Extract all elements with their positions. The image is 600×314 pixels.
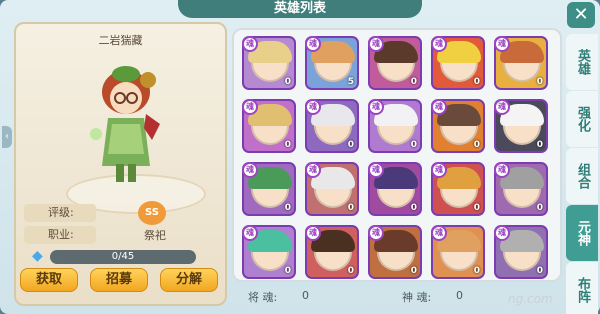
soul-progress-bar: 0/45	[50, 250, 196, 264]
soul-count: 0	[410, 203, 417, 213]
soul-count: 0	[284, 140, 291, 150]
hero-card[interactable]: 魂0	[242, 99, 296, 153]
soul-icon: 魂	[305, 99, 321, 115]
tab-label: 英雄	[575, 49, 590, 75]
tab-label: 布阵	[575, 277, 590, 303]
get-button[interactable]: 获取	[20, 268, 78, 292]
hero-card[interactable]: 魂0	[368, 99, 422, 153]
hero-card[interactable]: 魂0	[305, 225, 359, 279]
hero-card[interactable]: 魂0	[431, 162, 485, 216]
soul-count: 5	[347, 77, 354, 87]
tab-label: 元神	[575, 220, 590, 246]
soul-icon: 魂	[431, 99, 447, 115]
soul-icon: 魂	[431, 36, 447, 52]
soul-count: 0	[473, 203, 480, 213]
soul-icon: 魂	[368, 36, 384, 52]
soul-icon: 魂	[494, 225, 510, 241]
tab-label: 强化	[575, 106, 590, 132]
soul-icon: 魂	[242, 162, 258, 178]
tab-4[interactable]: 布阵	[566, 262, 598, 314]
hero-card[interactable]: 魂0	[368, 225, 422, 279]
soul-icon: 魂	[494, 162, 510, 178]
soul-icon: 魂	[305, 225, 321, 241]
soul-icon: 魂	[305, 162, 321, 178]
soul-icon: 魂	[242, 99, 258, 115]
crystal-icon: ◆	[32, 248, 43, 264]
hero-card[interactable]: 魂0	[431, 225, 485, 279]
god-soul-value: 0	[456, 289, 463, 302]
general-soul-value: 0	[302, 289, 309, 302]
hero-card[interactable]: 魂0	[494, 36, 548, 90]
soul-icon: 魂	[431, 162, 447, 178]
soul-icon: 魂	[431, 225, 447, 241]
recruit-button[interactable]: 招募	[90, 268, 148, 292]
rating-row: 评级:	[24, 204, 96, 222]
soul-icon: 魂	[494, 36, 510, 52]
hero-card[interactable]: 魂0	[242, 36, 296, 90]
role-label: 职业:	[24, 226, 96, 244]
soul-icon: 魂	[242, 36, 258, 52]
close-button[interactable]: ✕	[567, 2, 595, 28]
hero-portrait	[90, 66, 160, 182]
soul-icon: 魂	[242, 225, 258, 241]
left-arrow-icon[interactable]: ‹	[2, 126, 12, 148]
tab-0[interactable]: 英雄	[566, 34, 598, 90]
tab-3[interactable]: 元神	[566, 205, 598, 261]
soul-count: 0	[284, 77, 291, 87]
hero-card[interactable]: 魂0	[494, 162, 548, 216]
soul-count: 0	[473, 77, 480, 87]
soul-count: 0	[284, 203, 291, 213]
dismantle-button[interactable]: 分解	[160, 268, 218, 292]
hero-card[interactable]: 魂0	[242, 162, 296, 216]
soul-count: 0	[284, 266, 291, 276]
watermark: ng.com	[508, 292, 553, 306]
soul-count: 0	[536, 140, 543, 150]
progress-text: 0/45	[111, 251, 135, 262]
soul-count: 0	[410, 77, 417, 87]
hero-card[interactable]: 魂0	[431, 36, 485, 90]
soul-count: 0	[410, 140, 417, 150]
soul-icon: 魂	[494, 99, 510, 115]
soul-count: 0	[347, 140, 354, 150]
soul-icon: 魂	[368, 162, 384, 178]
soul-count: 0	[536, 77, 543, 87]
hero-card[interactable]: 魂5	[305, 36, 359, 90]
hero-card[interactable]: 魂0	[368, 162, 422, 216]
hero-grid: 魂0魂5魂0魂0魂0魂0魂0魂0魂0魂0魂0魂0魂0魂0魂0魂0魂0魂0魂0魂0	[232, 28, 562, 282]
soul-icon: 魂	[305, 36, 321, 52]
rating-label: 评级:	[24, 204, 96, 222]
hero-list-window: 英雄列表 ✕ ‹ 二岩猯藏 评级: SS 职业: 祭祀 ◆ 0/45 获取 招募…	[0, 0, 600, 314]
hero-card[interactable]: 魂0	[431, 99, 485, 153]
hero-card[interactable]: 魂0	[242, 225, 296, 279]
soul-count: 0	[536, 266, 543, 276]
soul-count: 0	[410, 266, 417, 276]
tab-1[interactable]: 强化	[566, 91, 598, 147]
tab-2[interactable]: 组合	[566, 148, 598, 204]
soul-count: 0	[473, 140, 480, 150]
window-title: 英雄列表	[178, 0, 422, 18]
god-soul-label: 神 魂:	[402, 291, 432, 304]
role-row: 职业:	[24, 226, 96, 244]
hero-card[interactable]: 魂0	[494, 99, 548, 153]
soul-icon: 魂	[368, 225, 384, 241]
soul-icon: 魂	[368, 99, 384, 115]
hero-card[interactable]: 魂0	[305, 162, 359, 216]
rating-badge: SS	[138, 201, 166, 225]
role-value: 祭祀	[144, 229, 166, 242]
soul-count: 0	[347, 266, 354, 276]
general-soul-label: 将 魂:	[248, 291, 278, 304]
tab-label: 组合	[575, 163, 590, 189]
soul-count: 0	[536, 203, 543, 213]
hero-detail-panel: 二岩猯藏 评级: SS 职业: 祭祀 ◆ 0/45	[14, 22, 227, 306]
hero-card[interactable]: 魂0	[368, 36, 422, 90]
soul-count: 0	[473, 266, 480, 276]
hero-name: 二岩猯藏	[98, 34, 143, 47]
soul-count: 0	[347, 203, 354, 213]
hero-card[interactable]: 魂0	[305, 99, 359, 153]
hero-card[interactable]: 魂0	[494, 225, 548, 279]
